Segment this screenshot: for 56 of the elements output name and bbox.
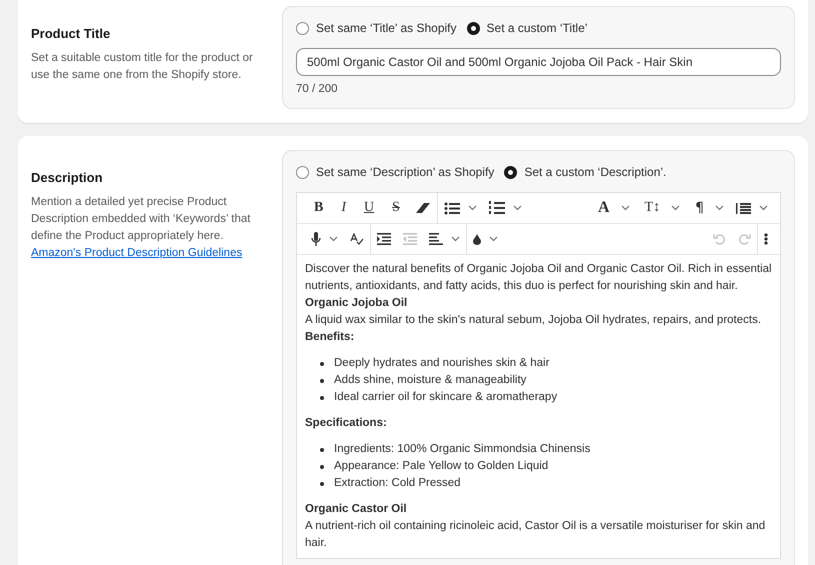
- bullet-icon: [320, 482, 324, 486]
- section-heading: Description: [31, 170, 104, 185]
- list-item: Appearance: Pale Yellow to Golden Liquid: [334, 459, 548, 474]
- chevron-down-icon[interactable]: [759, 205, 768, 211]
- description-heading: Organic Castor Oil: [305, 502, 408, 517]
- strikethrough-button[interactable]: S: [389, 201, 403, 215]
- bullet-icon: [320, 362, 324, 366]
- section-heading: Product Title: [31, 26, 112, 41]
- bullet-icon: [320, 378, 324, 382]
- microphone-icon[interactable]: [311, 232, 321, 246]
- description-heading: Organic Jojoba Oil: [305, 296, 408, 311]
- indent-icon[interactable]: [377, 233, 391, 245]
- font-size-button[interactable]: T↕: [642, 201, 664, 215]
- help-text: Mention a detailed yet precise Product Description embedded with ‘Keywords’ that define the Product appropriately here. Amazon's Product Description Guidelines: [31, 195, 252, 261]
- list-item: Ingredients: 100% Organic Simmondsia Chinensis: [334, 442, 590, 457]
- italic-button[interactable]: I: [338, 201, 350, 215]
- font-color-button[interactable]: A: [594, 200, 613, 216]
- align-left-icon[interactable]: [429, 233, 443, 245]
- description-paragraph: A liquid wax similar to the skin's natural sebum, Jojoba Oil hydrates, repairs, and protects.: [305, 313, 762, 328]
- list-item: Adds shine, moisture & manageability: [334, 373, 526, 388]
- chevron-down-icon[interactable]: [468, 205, 477, 211]
- line-height-icon[interactable]: [736, 202, 751, 214]
- numbered-list-icon[interactable]: [488, 201, 505, 215]
- title-input[interactable]: 500ml Organic Castor Oil and 500ml Organic Jojoba Oil Pack - Hair Skin: [296, 48, 781, 76]
- list-item: Deeply hydrates and nourishes skin & hair: [334, 356, 550, 371]
- eraser-icon[interactable]: [414, 202, 431, 214]
- bullet-icon: [320, 448, 324, 452]
- bullet-icon: [320, 464, 324, 468]
- radio-option[interactable]: Set a custom ‘Title’: [466, 21, 588, 35]
- paragraph-button[interactable]: ¶: [692, 201, 707, 215]
- radio-option[interactable]: Set same ‘Title’ as Shopify: [296, 21, 457, 35]
- chevron-down-icon[interactable]: [489, 236, 498, 242]
- bullet-icon: [320, 396, 324, 400]
- drop-icon[interactable]: [473, 234, 481, 244]
- description-heading: Specifications:: [305, 416, 388, 431]
- more-options-icon[interactable]: [764, 233, 768, 245]
- radio-option[interactable]: Set same ‘Description’ as Shopify: [296, 165, 494, 179]
- underline-button[interactable]: U: [361, 201, 378, 215]
- description-paragraph: A nutrient-rich oil containing ricinoleic acid, Castor Oil is a versatile moisturiser for skin and hair.: [305, 519, 766, 551]
- character-counter: 70 / 200: [296, 83, 339, 95]
- description-heading: Benefits:: [305, 330, 356, 345]
- chevron-down-icon[interactable]: [329, 236, 338, 242]
- chevron-down-icon[interactable]: [715, 205, 724, 211]
- chevron-down-icon[interactable]: [451, 236, 460, 242]
- guidelines-link[interactable]: Amazon's Product Description Guidelines: [31, 247, 242, 259]
- list-item: Ideal carrier oil for skincare & aromatherapy: [334, 390, 558, 405]
- radio-option[interactable]: Set a custom ‘Description’.: [504, 165, 666, 179]
- bold-button[interactable]: B: [311, 201, 326, 215]
- chevron-down-icon[interactable]: [620, 205, 630, 211]
- chevron-down-icon[interactable]: [671, 205, 680, 211]
- help-text: Set a suitable custom title for the product or use the same one from the Shopify store.: [31, 51, 254, 83]
- description-paragraph: Discover the natural benefits of Organic Jojoba Oil and Organic Castor Oil. Rich in essential nutrients, antioxidants, and fatty acids, this duo is perfect for nourishing skin and hair.: [305, 262, 772, 294]
- bullet-list-icon[interactable]: [444, 202, 460, 214]
- chevron-down-icon[interactable]: [512, 205, 522, 211]
- spellcheck-icon[interactable]: [350, 233, 364, 245]
- list-item: Extraction: Cold Pressed: [334, 476, 461, 491]
